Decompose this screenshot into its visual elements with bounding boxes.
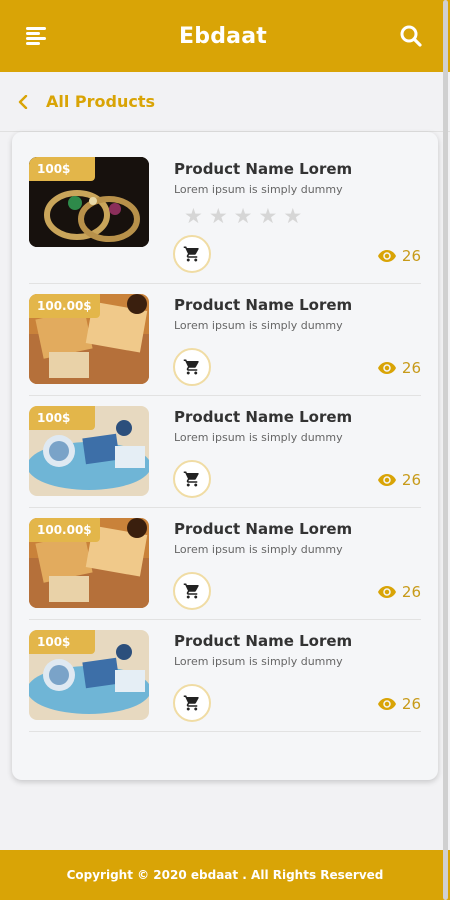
eye-icon (377, 474, 396, 486)
breadcrumb-label[interactable]: All Products (46, 92, 155, 111)
product-description: Lorem ipsum is simply dummy (174, 543, 343, 556)
eye-icon (377, 586, 396, 598)
product-item[interactable]: 100$ Product Name Lorem Lorem ipsum is s… (29, 132, 421, 284)
add-to-cart-button[interactable] (173, 348, 211, 386)
product-image[interactable]: 100$ (29, 406, 149, 496)
star-icon[interactable]: ★ (283, 206, 302, 227)
add-to-cart-button[interactable] (173, 460, 211, 498)
add-to-cart-button[interactable] (173, 572, 211, 610)
add-to-cart-button[interactable] (173, 684, 211, 722)
product-list-card: 100$ Product Name Lorem Lorem ipsum is s… (12, 132, 438, 780)
view-count: 26 (377, 359, 421, 377)
star-icon[interactable]: ★ (258, 206, 277, 227)
product-item[interactable]: 100.00$ Product Name Lorem Lorem ipsum i… (29, 284, 421, 396)
product-name[interactable]: Product Name Lorem (174, 160, 352, 178)
cart-icon (183, 583, 199, 599)
product-description: Lorem ipsum is simply dummy (174, 319, 343, 332)
copyright-text: Copyright © 2020 ebdaat . All Rights Res… (66, 868, 384, 882)
cart-icon (183, 359, 199, 375)
price-badge: 100.00$ (29, 294, 100, 318)
breadcrumb: All Products (0, 72, 450, 132)
product-image[interactable]: 100$ (29, 630, 149, 720)
top-app-bar: Ebdaat (0, 0, 450, 72)
price-badge: 100$ (29, 157, 95, 181)
price-badge: 100.00$ (29, 518, 100, 542)
footer: Copyright © 2020 ebdaat . All Rights Res… (0, 850, 450, 900)
product-item[interactable]: 100.00$ Product Name Lorem Lorem ipsum i… (29, 508, 421, 620)
scrollbar[interactable] (443, 0, 448, 900)
product-name[interactable]: Product Name Lorem (174, 408, 352, 426)
add-to-cart-button[interactable] (173, 235, 211, 273)
star-icon[interactable]: ★ (234, 206, 253, 227)
product-description: Lorem ipsum is simply dummy (174, 431, 343, 444)
view-count: 26 (377, 247, 421, 265)
star-icon[interactable]: ★ (209, 206, 228, 227)
view-count: 26 (377, 695, 421, 713)
product-image[interactable]: 100$ (29, 157, 149, 247)
hamburger-icon[interactable] (26, 27, 48, 45)
eye-icon (377, 362, 396, 374)
product-name[interactable]: Product Name Lorem (174, 632, 352, 650)
eye-icon (377, 250, 396, 262)
product-item[interactable]: 100$ Product Name Lorem Lorem ipsum is s… (29, 396, 421, 508)
product-item[interactable]: 100$ Product Name Lorem Lorem ipsum is s… (29, 620, 421, 732)
cart-icon (183, 246, 199, 262)
product-name[interactable]: Product Name Lorem (174, 520, 352, 538)
product-image[interactable]: 100.00$ (29, 294, 149, 384)
eye-icon (377, 698, 396, 710)
product-description: Lorem ipsum is simply dummy (174, 655, 343, 668)
product-description: Lorem ipsum is simply dummy (174, 183, 343, 196)
view-count: 26 (377, 583, 421, 601)
product-name[interactable]: Product Name Lorem (174, 296, 352, 314)
search-icon[interactable] (398, 23, 424, 49)
view-count: 26 (377, 471, 421, 489)
cart-icon (183, 695, 199, 711)
price-badge: 100$ (29, 630, 95, 654)
app-title: Ebdaat (179, 23, 267, 49)
cart-icon (183, 471, 199, 487)
star-icon[interactable]: ★ (184, 206, 203, 227)
price-badge: 100$ (29, 406, 95, 430)
rating-stars[interactable]: ★ ★ ★ ★ ★ (184, 206, 302, 227)
product-image[interactable]: 100.00$ (29, 518, 149, 608)
chevron-left-icon[interactable] (18, 94, 32, 109)
